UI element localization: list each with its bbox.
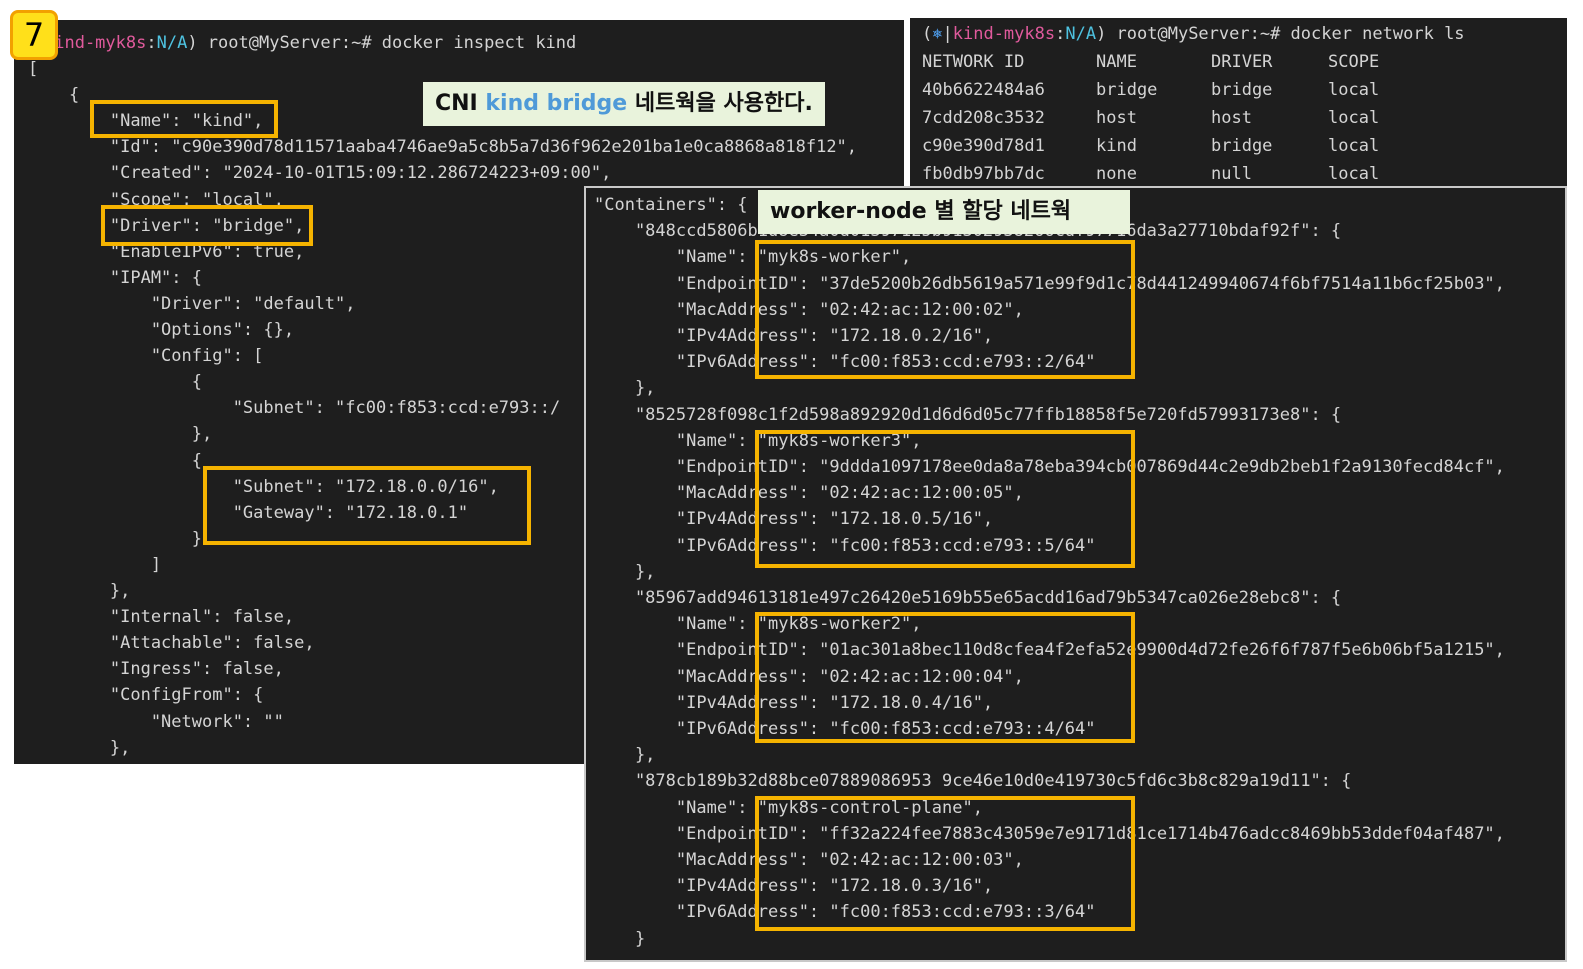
inspect-line: "Options": {}, xyxy=(28,320,295,340)
network-table-cell: none xyxy=(1096,164,1137,184)
inspect-line: "Network": "" xyxy=(28,711,284,732)
prompt-command: ) root@MyServer:~# docker inspect kind xyxy=(187,33,577,53)
prompt-namespace: N/A xyxy=(1065,24,1097,44)
containers-line: "IPv4Address": "172.18.0.3/16", xyxy=(594,876,994,897)
network-table-cell: bridge xyxy=(1211,136,1273,156)
network-table-cell: null xyxy=(1211,164,1252,184)
containers-line: "IPv6Address": "fc00:f853:ccd:e793::2/64… xyxy=(594,352,1096,373)
containers-terminal[interactable]: "Containers": { "848ccd5806b1d8e34a0d013… xyxy=(584,186,1567,962)
containers-line: "MacAddress": "02:42:ac:12:00:04", xyxy=(594,666,1024,687)
network-table-cell: 7cdd208c3532 xyxy=(922,108,1045,128)
containers-line: }, xyxy=(594,745,656,766)
column-header: NETWORK ID xyxy=(922,52,1025,72)
containers-line: }, xyxy=(594,561,656,582)
network-table-cell: bridge xyxy=(1211,80,1273,100)
containers-line: "MacAddress": "02:42:ac:12:00:05", xyxy=(594,483,1024,504)
prompt-command: ) root@MyServer:~# docker network ls xyxy=(1096,24,1465,44)
containers-line: "Name": "myk8s-control-plane", xyxy=(594,797,983,818)
containers-line: "Name": "myk8s-worker3", xyxy=(594,430,922,451)
inspect-line: "Created": "2024-10-01T15:09:12.28672422… xyxy=(28,163,612,184)
inspect-line: "Scope": "local", xyxy=(28,189,284,210)
inspect-line: "Id": "c90e390d78d11571aaba4746ae9a5c8b5… xyxy=(28,137,858,158)
containers-line: "IPv6Address": "fc00:f853:ccd:e793::4/64… xyxy=(594,719,1096,739)
containers-line: "EndpointID": "9ddda1097178ee0da8a78eba3… xyxy=(594,457,1505,477)
prompt-context: kind-myk8s xyxy=(44,33,147,53)
inspect-line: "EnableIPv6": true, xyxy=(28,241,305,262)
containers-line: "Name": "myk8s-worker", xyxy=(594,247,912,268)
network-table-cell: host xyxy=(1211,108,1252,128)
network-table-cell: local xyxy=(1328,108,1380,128)
inspect-line: "Attachable": false, xyxy=(28,633,315,654)
network-ls-terminal[interactable]: (⎈|kind-myk8s:N/A) root@MyServer:~# dock… xyxy=(910,18,1567,186)
inspect-line: "Name": "kind", xyxy=(28,111,264,132)
inspect-line: "Config": [ xyxy=(28,346,264,367)
containers-line: "8525728f098c1f2d598a892920d1d6d6d05c77f… xyxy=(594,404,1342,425)
containers-line: "EndpointID": "37de5200b26db5619a571e99f… xyxy=(594,273,1505,294)
inspect-line: } xyxy=(28,528,202,549)
prompt-context: kind-myk8s xyxy=(952,24,1056,44)
inspect-line: "Internal": false, xyxy=(28,607,295,628)
inspect-line: "Subnet": "172.18.0.0/16", xyxy=(28,476,499,497)
inspect-line: "Driver": "bridge", xyxy=(28,215,305,236)
inspect-line: ] xyxy=(28,554,162,575)
inspect-line: "Gateway": "172.18.0.1" xyxy=(28,502,469,523)
network-table-cell: local xyxy=(1328,164,1380,184)
containers-line: "IPv6Address": "fc00:f853:ccd:e793::5/64… xyxy=(594,535,1096,556)
inspect-line: "Driver": "default", xyxy=(28,293,356,314)
containers-line: } xyxy=(594,928,646,949)
containers-line: }, xyxy=(594,378,656,399)
containers-line: "85967add94613181e497c26420e5169b55e65ac… xyxy=(594,588,1342,608)
containers-line: "IPv4Address": "172.18.0.5/16", xyxy=(594,509,994,530)
network-table-cell: c90e390d78d1 xyxy=(922,136,1045,156)
inspect-line: { xyxy=(28,372,202,393)
containers-line: "MacAddress": "02:42:ac:12:00:02", xyxy=(594,299,1024,320)
inspect-line: "IPAM": { xyxy=(28,267,202,288)
inspect-line: "ConfigFrom": { xyxy=(28,685,264,706)
containers-line: "EndpointID": "ff32a224fee7883c43059e7e9… xyxy=(594,823,1505,844)
inspect-line: }, xyxy=(28,737,131,758)
network-table-cell: 40b6622484a6 xyxy=(922,80,1045,100)
prompt-namespace: N/A xyxy=(156,33,188,53)
inspect-line: { xyxy=(28,450,202,471)
containers-line: "EndpointID": "01ac301a8bec110d8cfea4f2e… xyxy=(594,640,1505,661)
worker-network-note: worker-node 별 할당 네트웍 xyxy=(758,190,1130,234)
network-table-cell: local xyxy=(1328,136,1380,156)
containers-line: "Name": "myk8s-worker2", xyxy=(594,614,922,635)
column-header: SCOPE xyxy=(1328,52,1380,72)
prompt-separator: : xyxy=(146,33,157,53)
containers-line: "MacAddress": "02:42:ac:12:00:03", xyxy=(594,850,1024,870)
inspect-line: }, xyxy=(28,424,213,445)
network-table-cell: kind xyxy=(1096,136,1137,156)
cni-bridge-note: CNI kind bridge 네트웍을 사용한다. xyxy=(423,82,825,126)
inspect-line: "Subnet": "fc00:f853:ccd:e793::/ xyxy=(28,398,561,419)
inspect-line: "Ingress": false, xyxy=(28,659,284,680)
network-table-cell: fb0db97bb7dc xyxy=(922,164,1045,184)
containers-line: "878cb189b32d88bce07889086953 9ce46e10d0… xyxy=(594,771,1352,792)
containers-line: "IPv4Address": "172.18.0.4/16", xyxy=(594,692,994,713)
inspect-line: }, xyxy=(28,581,131,601)
column-header: NAME xyxy=(1096,52,1137,72)
containers-line: "Containers": { xyxy=(594,195,748,215)
network-table-cell: host xyxy=(1096,108,1137,128)
containers-line: "IPv4Address": "172.18.0.2/16", xyxy=(594,326,994,346)
network-table-cell: bridge xyxy=(1096,80,1158,100)
network-ls-prompt: (⎈|kind-myk8s:N/A) root@MyServer:~# dock… xyxy=(922,24,1465,44)
network-table-cell: local xyxy=(1328,80,1380,100)
containers-line: "IPv6Address": "fc00:f853:ccd:e793::3/64… xyxy=(594,902,1096,923)
inspect-prompt: kind-myk8s:N/A) root@MyServer:~# docker … xyxy=(44,30,576,56)
inspect-line: { xyxy=(28,85,80,106)
column-header: DRIVER xyxy=(1211,52,1273,72)
kube-icon: ⎈ xyxy=(932,24,943,44)
step-badge: 7 xyxy=(10,10,58,60)
